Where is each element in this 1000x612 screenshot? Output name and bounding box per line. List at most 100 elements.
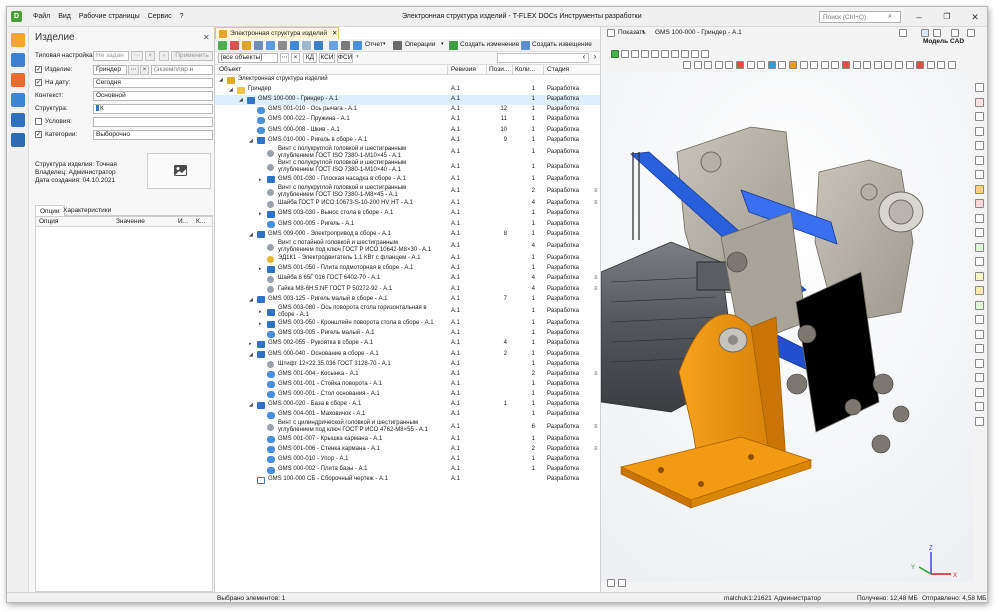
create-icon[interactable] — [218, 41, 227, 50]
tree-row[interactable]: Винт с цилиндрической головкой и шестигр… — [215, 420, 600, 435]
side-tool-icon[interactable] — [975, 387, 984, 397]
view-tool-icon[interactable] — [789, 61, 797, 69]
side-tool-icon[interactable] — [975, 97, 984, 107]
structure-icon[interactable] — [11, 53, 25, 67]
side-tool-icon[interactable] — [975, 141, 984, 150]
filter-clear-button[interactable]: × — [291, 53, 300, 63]
zoom-out-icon[interactable] — [681, 50, 689, 58]
view-tool-icon[interactable] — [831, 61, 840, 69]
layout-icon[interactable] — [933, 29, 941, 37]
product-more-button[interactable]: ⋯ — [128, 65, 139, 75]
collapse-arrow-icon[interactable]: ◢ — [249, 297, 253, 303]
collapse-arrow-icon[interactable]: ◢ — [229, 87, 233, 93]
view-tool-icon[interactable] — [714, 61, 723, 69]
product-instance-field[interactable]: (экземпляр н — [151, 65, 213, 75]
column-divider[interactable] — [486, 65, 487, 75]
rotate-icon[interactable] — [651, 50, 659, 58]
collapse-arrow-icon[interactable]: ◢ — [249, 352, 253, 358]
tree-row[interactable]: ◢ Гриндер A.1 1 Разработка — [215, 85, 600, 95]
tree-row[interactable]: ◢ GMS 003-125 - Ригель малый в сборе - A.… — [215, 295, 600, 305]
tab-characteristics[interactable]: Характеристики — [59, 205, 115, 216]
expand-arrow-icon[interactable]: ▸ — [259, 266, 262, 272]
side-tool-icon[interactable] — [975, 344, 984, 353]
show-icon[interactable] — [607, 29, 615, 37]
view-tool-icon[interactable] — [926, 61, 935, 69]
tree-row[interactable]: GMS 000-001 - Стол основания - A.1 A.1 1 Ра… — [215, 390, 600, 400]
side-tool-icon[interactable] — [975, 329, 984, 339]
col-option[interactable]: Опция — [39, 218, 58, 225]
settings-icon[interactable] — [951, 29, 959, 37]
side-tool-icon[interactable] — [975, 373, 984, 382]
view-tool-icon[interactable] — [820, 61, 829, 69]
undo-icon[interactable] — [631, 50, 639, 58]
nav-icon[interactable] — [611, 50, 619, 58]
view-tool-icon[interactable] — [746, 61, 755, 69]
view-tool-icon[interactable] — [884, 61, 893, 69]
tools-icon[interactable] — [341, 41, 350, 50]
context-select[interactable]: Основной — [93, 91, 213, 101]
side-tool-icon[interactable] — [975, 300, 984, 310]
side-tool-icon[interactable] — [975, 358, 984, 368]
notice-icon[interactable] — [521, 41, 530, 50]
column-divider[interactable] — [447, 65, 448, 75]
attachment-icon[interactable]: ≡ — [594, 188, 598, 194]
side-tool-icon[interactable] — [975, 257, 984, 266]
tree-row[interactable]: GMS 001-007 - Крышка кармана - A.1 A.1 1 Ра… — [215, 435, 600, 445]
apply-button[interactable]: Применить — [171, 51, 213, 61]
filter-more-button[interactable]: ⋯ — [280, 53, 289, 63]
filter-ksi-button[interactable]: КСИ — [319, 53, 335, 63]
chevron-right-icon[interactable]: › — [590, 53, 600, 63]
paste-icon[interactable] — [266, 41, 275, 50]
grid-icon[interactable] — [314, 41, 323, 50]
tree-row[interactable]: Шайба 8 65Г 016 ГОСТ 6402-70 - A.1 A.1 4 Ра… — [215, 274, 600, 284]
tree-row[interactable]: ◢ GMS 100-000 - Гриндер - A.1 A.1 1 Разработ… — [215, 95, 600, 106]
tree-row[interactable]: Гайка M8-6H.5.NF ГОСТ Р 50272-92 - A.1 A.… — [215, 285, 600, 295]
print-icon[interactable] — [621, 50, 629, 58]
tree-row[interactable]: GMS 001-006 - Стенка кармана - A.1 A.1 2 Ра… — [215, 445, 600, 455]
tree-row[interactable]: GMS 001-010 - Ось рычага - A.1 A.1 12 1 Разр… — [215, 105, 600, 115]
side-tool-icon[interactable] — [975, 199, 984, 208]
col-i[interactable]: И... — [178, 218, 188, 225]
conditions-field[interactable] — [93, 117, 213, 127]
collapse-arrow-icon[interactable]: ◢ — [249, 402, 253, 408]
menu-icon[interactable] — [967, 29, 975, 37]
change-icon[interactable] — [449, 41, 458, 50]
typical-more-button[interactable]: ⋯ — [131, 51, 143, 61]
typical-field[interactable]: Не задан — [93, 51, 129, 61]
side-tool-icon[interactable] — [975, 402, 984, 411]
col-position[interactable]: Пози... — [489, 66, 509, 73]
attachment-icon[interactable]: ≡ — [594, 446, 598, 452]
column-divider[interactable] — [512, 65, 513, 75]
split-view-icon[interactable] — [607, 579, 615, 587]
operations-menu[interactable]: Операции — [405, 41, 435, 48]
view-tool-icon[interactable] — [895, 61, 903, 69]
expand-arrow-icon[interactable]: ▸ — [259, 321, 262, 327]
view-tool-icon[interactable] — [916, 61, 925, 69]
side-tool-icon[interactable] — [975, 155, 984, 165]
tree-row[interactable]: ◢ GMS 000-020 - База в сборе - A.1 A.1 1 1 Ра… — [215, 400, 600, 410]
product-field[interactable]: Гриндер — [93, 65, 127, 75]
minimize-button[interactable]: – — [905, 7, 933, 27]
side-tool-icon[interactable] — [975, 83, 984, 92]
col-value[interactable]: Значение — [116, 218, 145, 225]
col-quantity[interactable]: Коли... — [515, 66, 535, 73]
tree-row[interactable]: Винт с полукруглой головкой и шестигранн… — [215, 160, 600, 175]
side-tool-icon[interactable] — [975, 228, 984, 237]
product-clear-button[interactable]: × — [140, 65, 149, 75]
maximize-button[interactable]: ❐ — [933, 7, 961, 27]
home-icon[interactable] — [11, 133, 25, 147]
view-icon[interactable] — [302, 41, 311, 50]
side-tool-icon[interactable] — [975, 315, 984, 324]
operations-icon[interactable] — [393, 41, 402, 50]
copy-icon[interactable] — [254, 41, 263, 50]
view-tool-icon[interactable] — [725, 61, 734, 69]
chevron-down-icon[interactable]: ▾ — [642, 29, 645, 35]
search-icon[interactable]: ⌕ — [888, 13, 892, 21]
tree-row[interactable]: ▸ GMS 001-030 - Плоская насадка в сборе -… — [215, 175, 600, 185]
tree-row[interactable]: Штифт 12×22.35.036 ГОСТ 3128-70 - A.1 A.1… — [215, 360, 600, 370]
collapse-arrow-icon[interactable]: ◢ — [249, 138, 253, 144]
single-view-icon[interactable] — [618, 579, 626, 587]
tree-row[interactable]: GMS 004-001 - Маховичок - A.1 A.1 1 Разрабо… — [215, 410, 600, 420]
tree-row[interactable]: GMS 000-005 - Ригель - A.1 A.1 1 Разработка — [215, 220, 600, 230]
side-tool-icon[interactable] — [975, 184, 984, 194]
